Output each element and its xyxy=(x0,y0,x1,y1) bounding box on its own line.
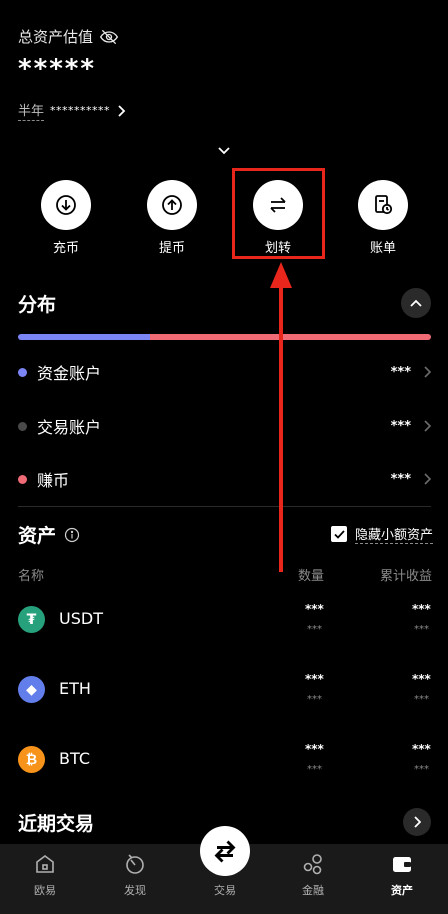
deposit-label: 充币 xyxy=(52,241,79,256)
bill-button[interactable]: 账单 xyxy=(348,180,418,256)
hide-small-checkbox[interactable] xyxy=(331,526,347,542)
asset-pnl: *** xyxy=(412,742,431,756)
transfer-highlight-box xyxy=(232,168,325,259)
asset-quantity: *** xyxy=(305,602,324,616)
checkmark-icon xyxy=(333,529,345,539)
asset-row-usdt[interactable]: ₮ USDT *** *** *** *** xyxy=(18,594,431,644)
chevron-up-icon xyxy=(410,299,422,307)
distribution-bar xyxy=(18,334,431,340)
deposit-button[interactable]: 充币 xyxy=(31,180,101,256)
btc-icon: ₿ xyxy=(18,746,45,773)
account-value: *** xyxy=(390,418,411,434)
account-name: 交易账户 xyxy=(37,418,102,437)
asset-quantity-sub: *** xyxy=(307,624,322,635)
withdraw-icon[interactable] xyxy=(147,180,197,230)
period-label[interactable]: 半年 xyxy=(18,100,45,121)
asset-quantity-sub: *** xyxy=(307,694,322,705)
total-assets-label: 总资产估值 xyxy=(18,28,94,46)
nav-label-trade: 交易 xyxy=(214,884,236,897)
bill-label: 账单 xyxy=(369,241,396,256)
asset-pnl-sub: *** xyxy=(414,624,429,635)
withdraw-button[interactable]: 提币 xyxy=(137,180,207,256)
chevron-right-icon xyxy=(424,420,431,432)
annotation-arrow xyxy=(270,262,292,572)
nav-label: 发现 xyxy=(124,884,146,897)
asset-symbol: BTC xyxy=(59,749,90,768)
earn-dot xyxy=(18,474,27,484)
nav-label: 资产 xyxy=(391,884,413,897)
account-value: *** xyxy=(390,471,411,487)
account-name: 赚币 xyxy=(37,471,70,490)
distribution-title: 分布 xyxy=(18,294,57,316)
nav-label: 金融 xyxy=(302,884,324,897)
hide-small-label: 隐藏小额资产 xyxy=(355,524,434,544)
funding-dot xyxy=(18,367,27,377)
period-pnl-value: ********** xyxy=(50,104,111,117)
total-assets-value: ***** xyxy=(18,54,96,84)
asset-row-btc[interactable]: ₿ BTC *** *** *** *** xyxy=(18,734,431,784)
asset-quantity: *** xyxy=(305,672,324,686)
nav-item-assets[interactable]: 资产 xyxy=(374,852,430,898)
column-pnl-header: 累计收益 xyxy=(380,569,433,584)
recent-trades-more-button[interactable] xyxy=(403,808,431,836)
trade-icon xyxy=(214,840,236,863)
nav-item-finance[interactable]: 金融 xyxy=(285,852,341,898)
assets-title: 资产 xyxy=(18,525,57,547)
section-divider xyxy=(18,506,431,507)
usdt-icon: ₮ xyxy=(18,606,45,633)
deposit-icon[interactable] xyxy=(41,180,91,230)
asset-symbol: USDT xyxy=(59,609,103,628)
bill-icon[interactable] xyxy=(358,180,408,230)
asset-pnl-sub: *** xyxy=(414,694,429,705)
eth-icon: ◆ xyxy=(18,676,45,703)
chevron-right-icon xyxy=(118,104,126,117)
nav-item-home[interactable]: 欧易 xyxy=(17,852,73,898)
withdraw-label: 提币 xyxy=(158,241,185,256)
account-name: 资金账户 xyxy=(37,364,102,383)
asset-quantity: *** xyxy=(305,742,324,756)
asset-pnl: *** xyxy=(412,672,431,686)
recent-trades-title: 近期交易 xyxy=(18,813,95,835)
trading-dot xyxy=(18,421,27,431)
nav-label: 欧易 xyxy=(34,884,56,897)
period-pnl-row[interactable]: 半年 ********** xyxy=(18,100,126,121)
eye-hidden-icon[interactable] xyxy=(99,27,119,47)
home-icon xyxy=(36,855,54,873)
account-row-trading[interactable]: 交易账户 *** xyxy=(18,414,431,438)
account-value: *** xyxy=(390,364,411,380)
assets-header: 资产 xyxy=(18,521,80,548)
chevron-right-icon xyxy=(424,473,431,485)
column-quantity-header: 数量 xyxy=(298,569,325,584)
wallet-icon xyxy=(393,857,411,872)
column-name-header: 名称 xyxy=(18,569,45,584)
info-icon[interactable] xyxy=(64,527,80,543)
collapse-distribution-button[interactable] xyxy=(401,288,431,318)
account-row-earn[interactable]: 赚币 *** xyxy=(18,467,431,491)
hide-small-assets-toggle[interactable]: 隐藏小额资产 xyxy=(331,524,434,544)
nav-item-discover[interactable]: 发现 xyxy=(107,852,163,898)
discover-icon xyxy=(126,854,144,874)
chevron-down-icon[interactable] xyxy=(217,146,231,156)
asset-pnl-sub: *** xyxy=(414,764,429,775)
nav-item-trade[interactable] xyxy=(200,826,250,876)
asset-symbol: ETH xyxy=(59,679,91,698)
finance-icon xyxy=(303,854,322,875)
asset-quantity-sub: *** xyxy=(307,764,322,775)
distribution-bar-segment xyxy=(18,334,151,340)
total-assets-header: 总资产估值 xyxy=(18,26,119,47)
asset-row-eth[interactable]: ◆ ETH *** *** *** *** xyxy=(18,664,431,714)
asset-pnl: *** xyxy=(412,602,431,616)
account-row-funding[interactable]: 资金账户 *** xyxy=(18,360,431,384)
chevron-right-icon xyxy=(424,366,431,378)
chevron-right-icon xyxy=(414,816,421,828)
